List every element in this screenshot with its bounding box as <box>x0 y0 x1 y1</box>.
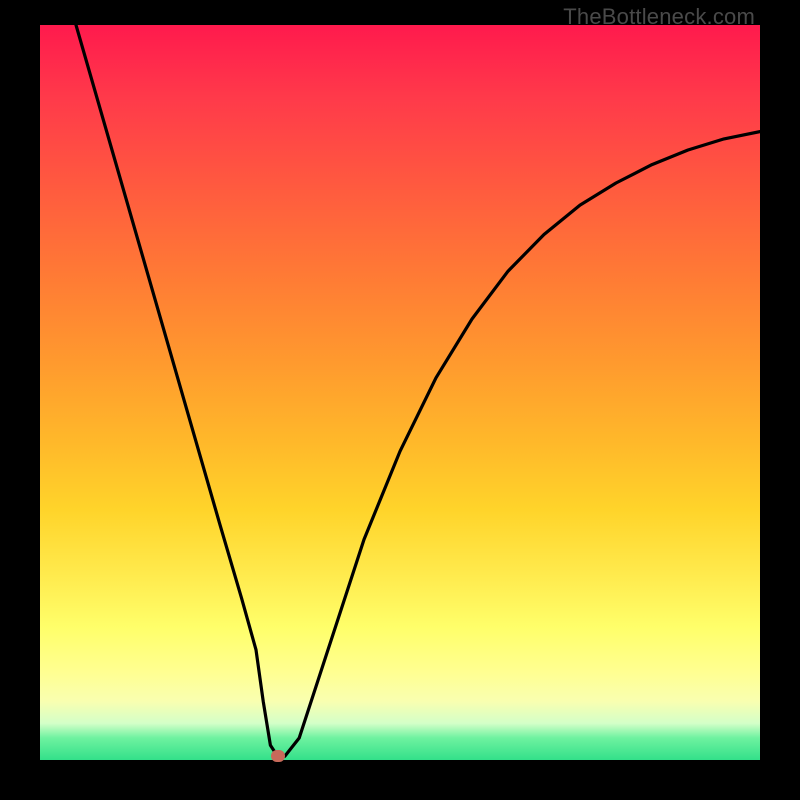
data-point-marker <box>271 750 285 762</box>
curve-line <box>40 25 760 760</box>
watermark-text: TheBottleneck.com <box>563 4 755 30</box>
plot-area <box>40 25 760 760</box>
chart-frame: TheBottleneck.com <box>0 0 800 800</box>
